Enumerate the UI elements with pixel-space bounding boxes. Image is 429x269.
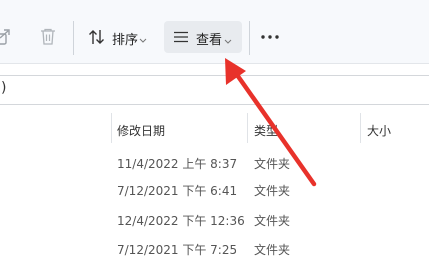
trash-icon[interactable] <box>40 28 56 50</box>
file-row[interactable]: 7/12/2021 下午 6:41 文件夹 <box>0 177 429 201</box>
view-button[interactable]: 查看 <box>164 21 242 53</box>
column-header-type[interactable]: 类型 <box>248 112 360 146</box>
sort-label: 排序 <box>112 33 139 48</box>
column-header-size[interactable]: 大小 <box>361 112 429 146</box>
row-modified-date: 7/12/2021 下午 6:41 <box>117 184 238 198</box>
file-row[interactable]: 7/12/2021 下午 7:25 文件夹 <box>0 236 429 260</box>
row-type: 文件夹 <box>254 184 291 198</box>
row-type: 文件夹 <box>254 214 291 228</box>
address-bar[interactable]: ) <box>0 75 429 105</box>
row-type: 文件夹 <box>254 243 291 257</box>
row-modified-date: 12/4/2022 下午 12:36 <box>117 214 245 228</box>
sort-icon <box>88 29 106 49</box>
column-label-type: 类型 <box>254 124 279 138</box>
toolbar-divider <box>73 21 74 55</box>
address-text: ) <box>1 80 7 96</box>
share-icon[interactable] <box>0 28 12 50</box>
row-modified-date: 11/4/2022 上午 8:37 <box>117 157 238 171</box>
file-row[interactable]: 12/4/2022 下午 12:36 文件夹 <box>0 207 429 231</box>
command-bar: 排序 查看 <box>0 0 429 64</box>
column-header-modified[interactable]: 修改日期 <box>111 112 247 146</box>
view-list-icon <box>173 31 189 47</box>
more-options-button[interactable] <box>260 27 280 51</box>
more-icon <box>261 35 279 39</box>
chevron-down-icon <box>139 33 147 48</box>
column-label-size: 大小 <box>367 124 392 138</box>
row-type: 文件夹 <box>254 157 291 171</box>
view-label: 查看 <box>196 33 223 48</box>
file-row[interactable]: 11/4/2022 上午 8:37 文件夹 <box>0 150 429 174</box>
toolbar-divider <box>249 21 250 55</box>
column-label-modified: 修改日期 <box>117 124 166 138</box>
row-modified-date: 7/12/2021 下午 7:25 <box>117 243 238 257</box>
sort-button[interactable]: 排序 <box>84 21 154 53</box>
column-divider[interactable] <box>111 113 112 143</box>
chevron-down-icon <box>224 34 232 49</box>
